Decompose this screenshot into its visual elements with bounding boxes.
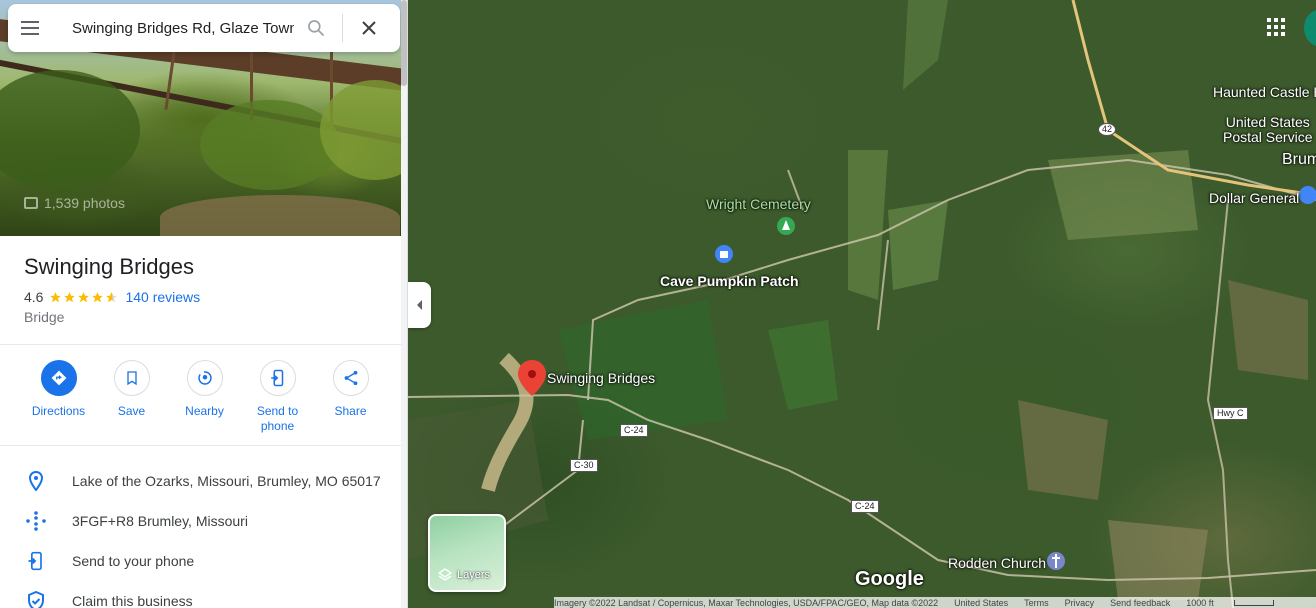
map-label-haunted-castle[interactable]: Haunted Castle H	[1213, 84, 1316, 100]
reviews-link[interactable]: 140 reviews	[125, 289, 200, 305]
star-icon	[78, 291, 90, 302]
divider	[0, 445, 402, 446]
map-label-rodden-church[interactable]: Rodden Church	[948, 555, 1046, 571]
nearby-button[interactable]: Nearby	[168, 360, 241, 434]
attribution-text: Imagery ©2022 Landsat / Copernicus, Maxa…	[554, 597, 939, 608]
directions-button[interactable]: Directions	[22, 360, 95, 434]
place-category[interactable]: Bridge	[24, 309, 64, 325]
scale-bar	[1233, 599, 1274, 606]
plus-code-text: 3FGF+R8 Brumley, Missouri	[72, 513, 248, 529]
claim-business-row[interactable]: Claim this business	[0, 581, 402, 608]
maps-app: 1,539 photos Swinging Bridges 4.6 140 re…	[0, 0, 1316, 608]
send-to-phone-icon	[28, 551, 42, 571]
map-label-cave-pumpkin-patch[interactable]: Cave Pumpkin Patch	[660, 273, 799, 289]
star-icon	[92, 291, 104, 302]
layers-label: Layers	[457, 569, 491, 581]
place-panel: 1,539 photos Swinging Bridges 4.6 140 re…	[0, 0, 408, 608]
panel-scrollbar[interactable]	[401, 0, 407, 608]
claim-text: Claim this business	[72, 593, 193, 608]
rating-value: 4.6	[24, 289, 44, 305]
bookmark-icon	[126, 371, 137, 386]
plus-code-icon	[26, 511, 46, 531]
send-to-phone-button[interactable]: Send to phone	[241, 360, 314, 434]
shield-check-icon	[28, 591, 44, 608]
search-button[interactable]	[294, 4, 338, 52]
cemetery-marker[interactable]	[777, 217, 795, 235]
close-button[interactable]	[347, 4, 391, 52]
star-icon	[106, 291, 118, 302]
place-title: Swinging Bridges	[24, 254, 194, 279]
plus-code-row[interactable]: 3FGF+R8 Brumley, Missouri	[0, 501, 402, 541]
map-terrain	[408, 0, 1316, 608]
google-logo: Google	[855, 568, 924, 590]
nearby-icon	[197, 371, 212, 385]
save-label: Save	[117, 404, 146, 418]
store-marker[interactable]	[1299, 186, 1316, 204]
map-label-brumley[interactable]: Brum	[1282, 151, 1316, 169]
shopping-marker[interactable]	[715, 245, 733, 263]
footer-link-terms[interactable]: Terms	[1024, 598, 1049, 608]
layers-button[interactable]: Layers	[428, 514, 506, 592]
hamburger-icon	[21, 27, 39, 29]
location-pin-icon	[28, 471, 44, 491]
send-to-phone-icon	[270, 369, 283, 387]
close-icon	[362, 21, 376, 35]
photos-count[interactable]: 1,539 photos	[24, 195, 125, 211]
chevron-left-icon	[416, 300, 422, 310]
photo-icon	[24, 197, 38, 209]
send-phone-text: Send to your phone	[72, 553, 195, 569]
route-shield-42: 42	[1098, 123, 1117, 136]
divider	[0, 344, 402, 345]
map-attribution-bar: Imagery ©2022 Landsat / Copernicus, Maxa…	[554, 597, 1316, 608]
share-button[interactable]: Share	[314, 360, 387, 434]
star-icon	[64, 291, 76, 302]
search-icon	[308, 20, 325, 37]
church-marker[interactable]	[1047, 552, 1065, 570]
star-icon	[50, 291, 62, 302]
apps-grid-icon[interactable]	[1267, 18, 1285, 36]
action-buttons: Directions Save Nearby Send to phone Sha…	[0, 360, 402, 434]
route-shield-c30: C-30	[570, 459, 598, 472]
map-label-dollar-general[interactable]: Dollar General	[1209, 190, 1299, 206]
route-shield-c24: C-24	[851, 500, 879, 513]
map-label-usps[interactable]: United States Postal Service	[1223, 115, 1312, 145]
address-text: Lake of the Ozarks, Missouri, Brumley, M…	[72, 473, 381, 489]
map-label-wright-cemetery[interactable]: Wright Cemetery	[706, 196, 811, 212]
footer-link-region[interactable]: United States	[954, 598, 1008, 608]
menu-button[interactable]	[8, 4, 52, 52]
layers-icon	[438, 568, 452, 581]
share-icon	[344, 370, 357, 386]
satellite-map[interactable]: Wright Cemetery Cave Pumpkin Patch Swing…	[408, 0, 1316, 608]
collapse-panel-button[interactable]	[408, 282, 431, 328]
route-shield-c24: C-24	[620, 424, 648, 437]
nearby-label: Nearby	[185, 404, 224, 418]
route-shield-hwy-c: Hwy C	[1213, 407, 1248, 420]
search-box	[8, 4, 400, 52]
directions-label: Directions	[31, 404, 86, 418]
rating-row: 4.6 140 reviews	[24, 289, 200, 305]
map-label-swinging-bridges[interactable]: Swinging Bridges	[547, 370, 655, 386]
address-row[interactable]: Lake of the Ozarks, Missouri, Brumley, M…	[0, 461, 402, 501]
footer-link-feedback[interactable]: Send feedback	[1110, 598, 1170, 608]
directions-icon	[51, 370, 66, 386]
save-button[interactable]: Save	[95, 360, 168, 434]
search-input[interactable]	[72, 19, 294, 37]
star-rating	[49, 291, 119, 304]
send-phone-row[interactable]: Send to your phone	[0, 541, 402, 581]
scale-label[interactable]: 1000 ft	[1186, 598, 1290, 608]
share-label: Share	[334, 404, 367, 418]
send-to-phone-label: Send to phone	[256, 404, 299, 433]
footer-link-privacy[interactable]: Privacy	[1065, 598, 1095, 608]
